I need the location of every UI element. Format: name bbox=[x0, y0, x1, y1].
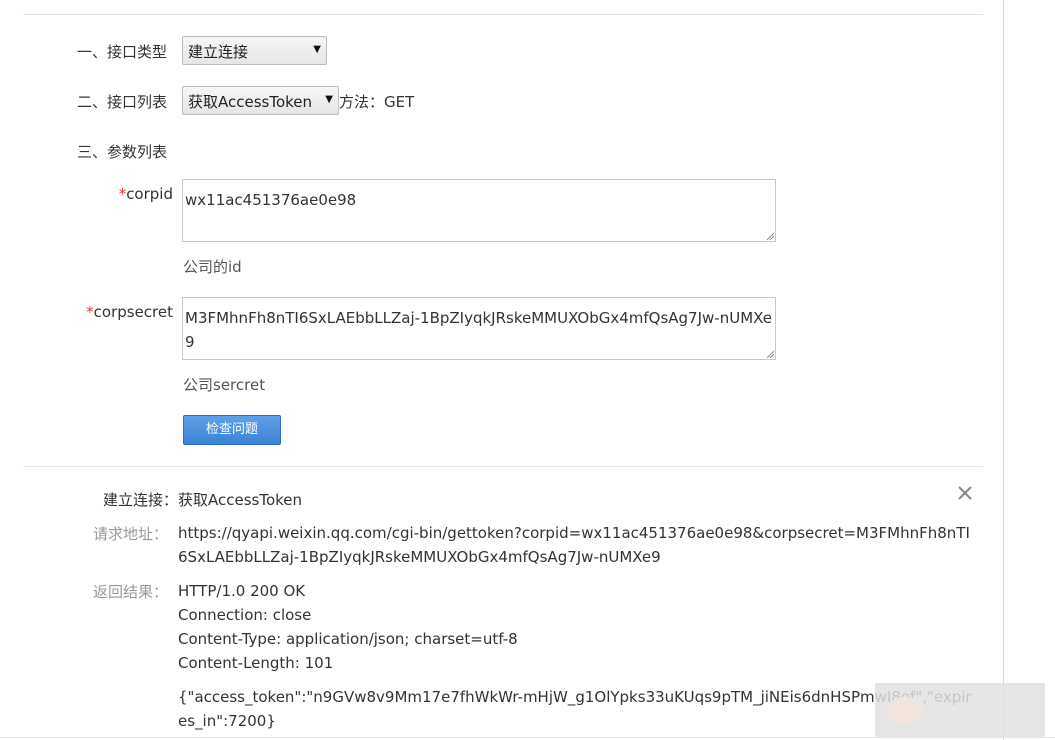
resize-grip-icon[interactable] bbox=[766, 350, 774, 358]
bottom-divider bbox=[0, 737, 1055, 738]
caret-down-icon: ▼ bbox=[313, 44, 321, 55]
caret-down-icon: ▼ bbox=[325, 94, 333, 105]
response-header-line: Content-Type: application/json; charset=… bbox=[178, 630, 518, 648]
result-divider bbox=[23, 466, 983, 467]
response-label: 返回结果： bbox=[93, 583, 169, 601]
required-mark: * bbox=[86, 303, 94, 321]
interface-list-select[interactable]: 获取AccessToken ▼ bbox=[182, 86, 339, 115]
response-header-line: HTTP/1.0 200 OK bbox=[178, 582, 306, 600]
interface-list-selected: 获取AccessToken bbox=[188, 93, 313, 111]
param-name: corpsecret bbox=[93, 303, 173, 321]
result-title: 建立连接：获取AccessToken bbox=[103, 491, 303, 509]
param-label-corpid: *corpid bbox=[119, 185, 173, 203]
top-divider bbox=[23, 14, 983, 15]
resize-grip-icon[interactable] bbox=[766, 232, 774, 240]
step-interface-list-label: 二、接口列表 bbox=[77, 93, 168, 111]
step-params-label: 三、参数列表 bbox=[77, 143, 168, 161]
mascot-icon bbox=[887, 697, 923, 723]
right-border bbox=[1003, 0, 1004, 740]
response-headers: HTTP/1.0 200 OK Connection: close Conten… bbox=[178, 579, 978, 675]
step-interface-type-label: 一、接口类型 bbox=[77, 43, 168, 61]
corpid-hint: 公司的id bbox=[183, 258, 242, 276]
request-url-value: https://qyapi.weixin.qq.com/cgi-bin/gett… bbox=[178, 524, 970, 566]
close-icon[interactable] bbox=[955, 483, 975, 503]
method-text: 方法：GET bbox=[339, 93, 415, 111]
corpsecret-hint: 公司sercret bbox=[183, 376, 266, 394]
interface-type-selected: 建立连接 bbox=[188, 43, 249, 61]
floating-widget[interactable] bbox=[875, 683, 1045, 737]
corpsecret-value: M3FMhnFh8nTI6SxLAEbbLLZaj-1BpZIyqkJRskeM… bbox=[185, 309, 772, 351]
response-header-line: Connection: close bbox=[178, 606, 312, 624]
request-url-label: 请求地址： bbox=[93, 525, 169, 543]
response-header-line: Content-Length: 101 bbox=[178, 654, 334, 672]
check-problem-button[interactable]: 检查问题 bbox=[183, 415, 281, 445]
corpsecret-input[interactable]: M3FMhnFh8nTI6SxLAEbbLLZaj-1BpZIyqkJRskeM… bbox=[182, 297, 776, 360]
param-label-corpsecret: *corpsecret bbox=[86, 303, 173, 321]
param-name: corpid bbox=[126, 185, 173, 203]
corpid-input[interactable]: wx11ac451376ae0e98 bbox=[182, 179, 776, 242]
response-body: {"access_token":"n9GVw8v9Mm17e7fhWkWr-mH… bbox=[178, 688, 972, 730]
corpid-value: wx11ac451376ae0e98 bbox=[185, 191, 357, 209]
interface-type-select[interactable]: 建立连接 ▼ bbox=[182, 36, 327, 65]
